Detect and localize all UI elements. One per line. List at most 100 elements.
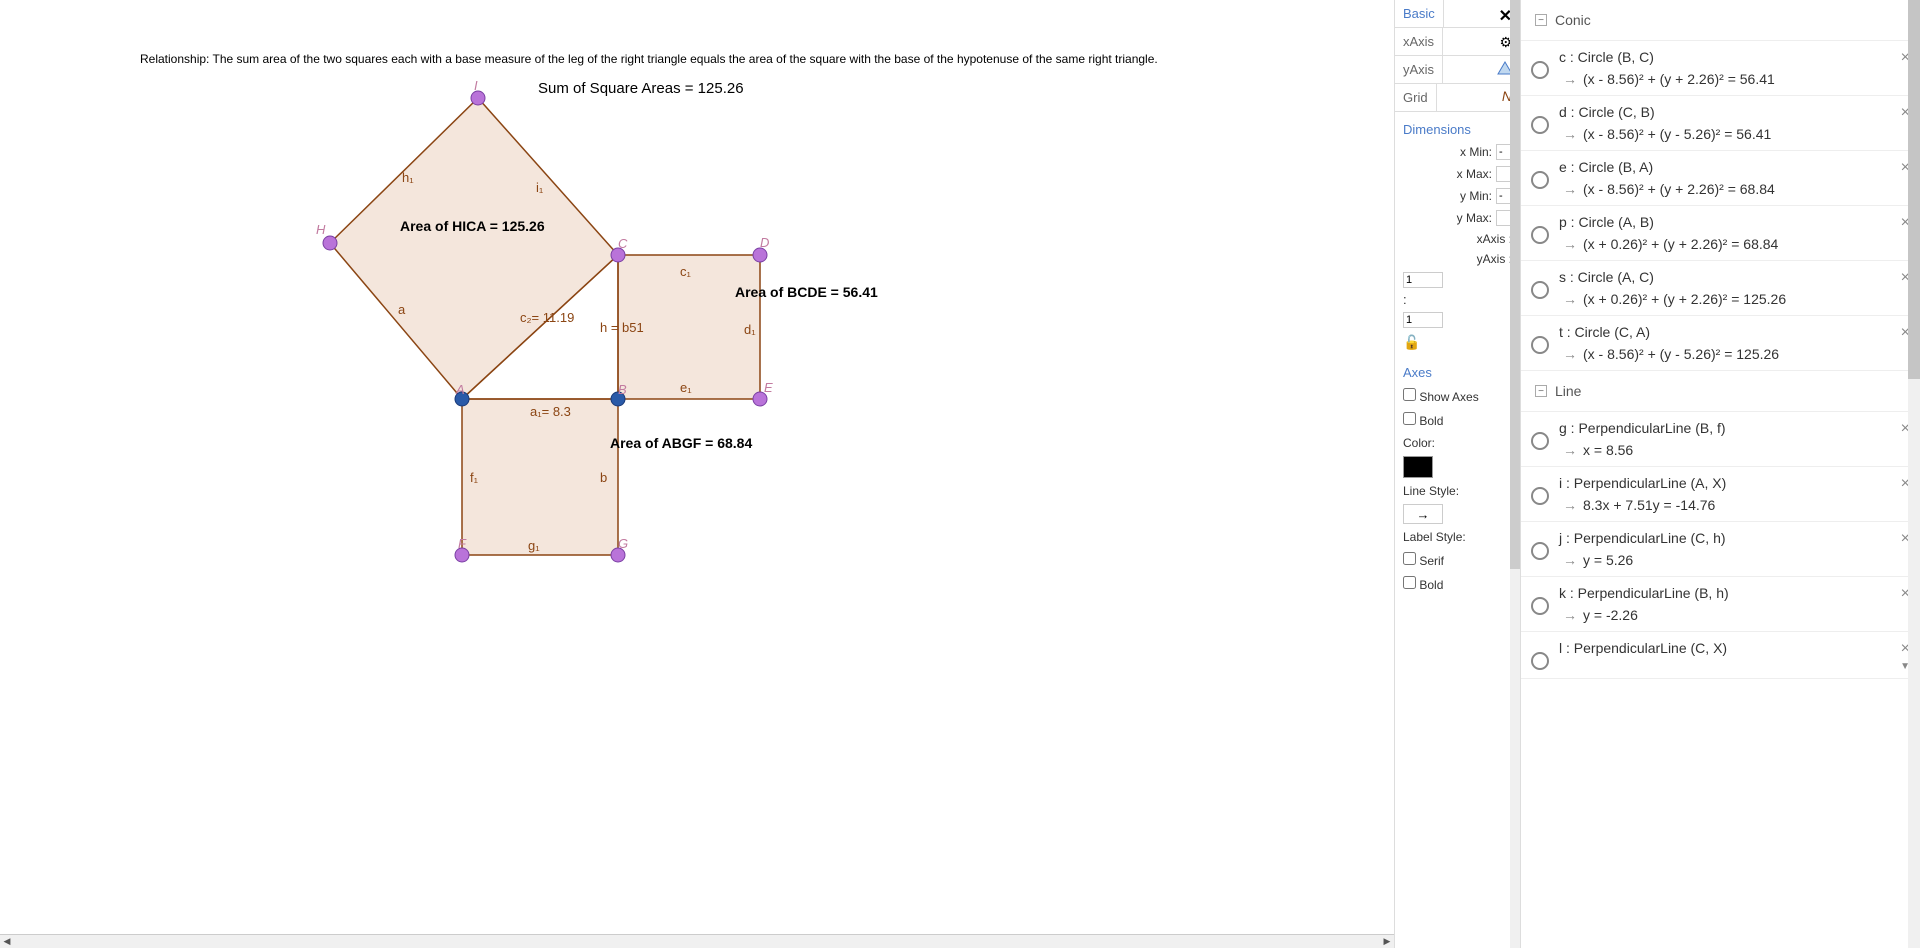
label-A: A bbox=[456, 382, 465, 397]
label-g1: g₁ bbox=[528, 538, 540, 553]
color-swatch[interactable] bbox=[1403, 456, 1433, 478]
xmin-label: x Min: bbox=[1403, 145, 1492, 159]
algebra-row[interactable]: p : Circle (A, B) →(x + 0.26)² + (y + 2.… bbox=[1521, 206, 1920, 261]
object-definition: k : PerpendicularLine (B, h) bbox=[1559, 585, 1910, 601]
algebra-row[interactable]: d : Circle (C, B) →(x - 8.56)² + (y - 5.… bbox=[1521, 96, 1920, 151]
linestyle-select[interactable]: → bbox=[1403, 504, 1443, 524]
xaxis-ratio-label: xAxis : bbox=[1403, 232, 1512, 246]
label-G: G bbox=[618, 536, 628, 551]
show-axes-label: Show Axes bbox=[1419, 390, 1478, 404]
tab-yaxis[interactable]: yAxis bbox=[1395, 56, 1443, 83]
lock-icon[interactable]: 🔓 bbox=[1395, 330, 1520, 355]
visibility-toggle[interactable] bbox=[1531, 281, 1549, 299]
ymin-label: y Min: bbox=[1403, 189, 1492, 203]
label-a1: a₁= 8.3 bbox=[530, 404, 571, 419]
area-abgf-label: Area of ABGF = 68.84 bbox=[610, 435, 752, 451]
xaxis-ratio-input[interactable] bbox=[1403, 272, 1443, 288]
object-definition: t : Circle (C, A) bbox=[1559, 324, 1910, 340]
visibility-toggle[interactable] bbox=[1531, 542, 1549, 560]
algebra-row[interactable]: k : PerpendicularLine (B, h) →y = -2.26 … bbox=[1521, 577, 1920, 632]
collapse-icon[interactable]: − bbox=[1535, 14, 1547, 26]
label-B: B bbox=[618, 382, 627, 397]
object-definition: g : PerpendicularLine (B, f) bbox=[1559, 420, 1910, 436]
bold-checkbox[interactable] bbox=[1403, 412, 1416, 425]
object-definition: c : Circle (B, C) bbox=[1559, 49, 1910, 65]
tab-grid[interactable]: Grid bbox=[1395, 84, 1437, 111]
serif-checkbox[interactable] bbox=[1403, 552, 1416, 565]
serif-label: Serif bbox=[1419, 554, 1444, 568]
label-hb: h = b51 bbox=[600, 320, 644, 335]
visibility-toggle[interactable] bbox=[1531, 61, 1549, 79]
label-b: b bbox=[600, 470, 607, 485]
linestyle-label: Line Style: bbox=[1403, 484, 1512, 498]
line-heading: Line bbox=[1555, 383, 1581, 399]
object-definition: p : Circle (A, B) bbox=[1559, 214, 1910, 230]
algebra-row[interactable]: t : Circle (C, A) →(x - 8.56)² + (y - 5.… bbox=[1521, 316, 1920, 371]
graphics-settings-panel: ✕ ⚙ N Basic xAxis yAxis Grid Dimensions … bbox=[1394, 0, 1520, 948]
algebra-row[interactable]: c : Circle (B, C) →(x - 8.56)² + (y + 2.… bbox=[1521, 41, 1920, 96]
point-D[interactable] bbox=[753, 248, 767, 262]
object-equation: →(x + 0.26)² + (y + 2.26)² = 125.26 bbox=[1559, 291, 1910, 307]
object-definition: j : PerpendicularLine (C, h) bbox=[1559, 530, 1910, 546]
label-I: I bbox=[474, 78, 478, 93]
xmax-label: x Max: bbox=[1403, 167, 1492, 181]
algebra-row[interactable]: g : PerpendicularLine (B, f) →x = 8.56 × bbox=[1521, 412, 1920, 467]
construction-svg bbox=[0, 0, 1030, 770]
yaxis-ratio-label: yAxis : bbox=[1403, 252, 1512, 266]
tab-basic[interactable]: Basic bbox=[1395, 0, 1444, 27]
bold2-checkbox[interactable] bbox=[1403, 576, 1416, 589]
axes-heading: Axes bbox=[1395, 361, 1520, 384]
object-definition: s : Circle (A, C) bbox=[1559, 269, 1910, 285]
algebra-row[interactable]: s : Circle (A, C) →(x + 0.26)² + (y + 2.… bbox=[1521, 261, 1920, 316]
conic-heading: Conic bbox=[1555, 12, 1591, 28]
algebra-row[interactable]: l : PerpendicularLine (C, X) × ▼ bbox=[1521, 632, 1920, 679]
label-H: H bbox=[316, 222, 325, 237]
object-equation: →(x - 8.56)² + (y + 2.26)² = 68.84 bbox=[1559, 181, 1910, 197]
label-c1: c₁ bbox=[680, 264, 691, 279]
label-f1: f₁ bbox=[470, 470, 478, 485]
color-label: Color: bbox=[1403, 436, 1512, 450]
visibility-toggle[interactable] bbox=[1531, 432, 1549, 450]
object-equation: →(x - 8.56)² + (y - 5.26)² = 125.26 bbox=[1559, 346, 1910, 362]
yaxis-ratio-input[interactable] bbox=[1403, 312, 1443, 328]
labelstyle-label: Label Style: bbox=[1403, 530, 1512, 544]
ymax-label: y Max: bbox=[1403, 211, 1492, 225]
visibility-toggle[interactable] bbox=[1531, 652, 1549, 670]
point-I[interactable] bbox=[471, 91, 485, 105]
label-C: C bbox=[618, 236, 627, 251]
object-equation: →y = -2.26 bbox=[1559, 607, 1910, 623]
algebra-row[interactable]: e : Circle (B, A) →(x - 8.56)² + (y + 2.… bbox=[1521, 151, 1920, 206]
square-hica[interactable] bbox=[330, 98, 618, 399]
visibility-toggle[interactable] bbox=[1531, 171, 1549, 189]
tab-xaxis[interactable]: xAxis bbox=[1395, 28, 1443, 55]
object-equation: →8.3x + 7.51y = -14.76 bbox=[1559, 497, 1910, 513]
scroll-right-icon[interactable]: ▶ bbox=[1380, 936, 1394, 948]
horizontal-scrollbar[interactable]: ◀ ▶ bbox=[0, 934, 1394, 948]
object-definition: i : PerpendicularLine (A, X) bbox=[1559, 475, 1910, 491]
scroll-left-icon[interactable]: ◀ bbox=[0, 936, 14, 948]
label-e1: e₁ bbox=[680, 380, 692, 395]
label-d1: d₁ bbox=[744, 322, 756, 337]
collapse-icon[interactable]: − bbox=[1535, 385, 1547, 397]
object-equation: →x = 8.56 bbox=[1559, 442, 1910, 458]
visibility-toggle[interactable] bbox=[1531, 226, 1549, 244]
area-bcde-label: Area of BCDE = 56.41 bbox=[735, 284, 878, 300]
algebra-scrollbar[interactable] bbox=[1908, 0, 1920, 948]
graphics-view[interactable]: Relationship: The sum area of the two sq… bbox=[0, 0, 1394, 948]
show-axes-checkbox[interactable] bbox=[1403, 388, 1416, 401]
point-H[interactable] bbox=[323, 236, 337, 250]
square-abgf[interactable] bbox=[462, 399, 618, 555]
algebra-row[interactable]: i : PerpendicularLine (A, X) →8.3x + 7.5… bbox=[1521, 467, 1920, 522]
settings-scrollbar[interactable] bbox=[1510, 0, 1520, 948]
bold2-label: Bold bbox=[1419, 578, 1443, 592]
algebra-row[interactable]: j : PerpendicularLine (C, h) →y = 5.26 × bbox=[1521, 522, 1920, 577]
object-equation: →y = 5.26 bbox=[1559, 552, 1910, 568]
label-i1: i₁ bbox=[536, 180, 543, 195]
visibility-toggle[interactable] bbox=[1531, 116, 1549, 134]
label-a: a bbox=[398, 302, 405, 317]
visibility-toggle[interactable] bbox=[1531, 487, 1549, 505]
visibility-toggle[interactable] bbox=[1531, 597, 1549, 615]
visibility-toggle[interactable] bbox=[1531, 336, 1549, 354]
section-conic: − Conic bbox=[1521, 0, 1920, 41]
label-F: F bbox=[458, 536, 466, 551]
